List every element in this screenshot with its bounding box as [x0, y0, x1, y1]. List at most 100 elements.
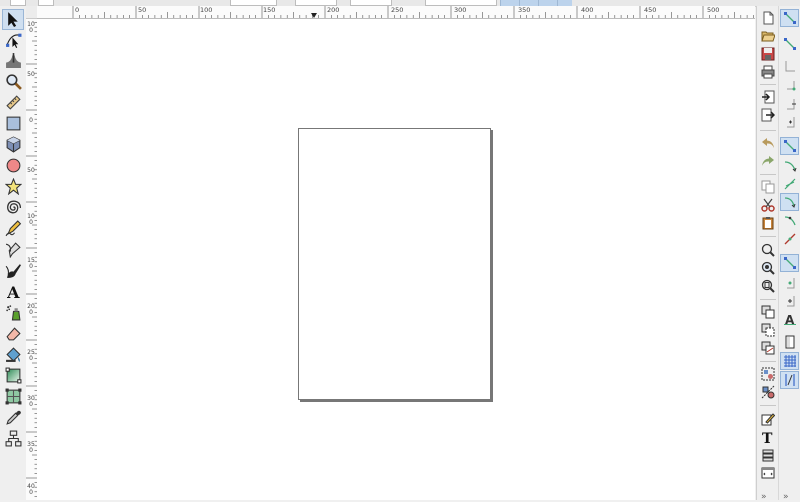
gradient-icon [5, 367, 21, 384]
pen-icon [5, 242, 21, 258]
snap-bbox-midpoint-icon [787, 98, 796, 109]
snap-smooth-toggle[interactable] [781, 212, 799, 229]
undo-button[interactable] [759, 134, 777, 151]
snap-guide-icon [784, 374, 795, 386]
snap-others-toggle[interactable] [780, 254, 799, 272]
drawing-canvas[interactable] [37, 19, 755, 500]
save-button[interactable] [759, 45, 777, 62]
open-button[interactable] [759, 27, 777, 44]
connector-tool[interactable] [3, 429, 23, 448]
layers-icon [762, 449, 774, 461]
new-document-button[interactable] [759, 9, 777, 26]
layers-button[interactable] [759, 446, 777, 463]
snap-bbox-midpoint-toggle[interactable] [781, 95, 799, 112]
ruler-label: 350 [518, 6, 531, 14]
horizontal-ruler[interactable]: 0 50 100 150 200 250 300 350 400 450 500… [37, 6, 755, 19]
export-button[interactable] [759, 106, 777, 123]
snap-bbox-center-toggle[interactable] [781, 113, 799, 130]
text-tool[interactable]: A [3, 282, 23, 301]
snap-grid-icon [783, 355, 796, 367]
svg-text:T: T [762, 431, 773, 444]
snap-midpoint-toggle[interactable] [781, 230, 799, 247]
duplicate-icon [761, 305, 775, 318]
unlink-clone-button[interactable] [759, 339, 777, 356]
mesh-tool[interactable] [3, 387, 23, 406]
spray-tool[interactable] [3, 303, 23, 322]
ungroup-button[interactable] [759, 383, 777, 400]
pointer-marker-icon [311, 13, 317, 18]
more-snap-button[interactable]: » [783, 492, 789, 502]
group-button[interactable] [759, 365, 777, 382]
more-commands-button[interactable]: » [761, 492, 767, 502]
fill-stroke-button[interactable] [759, 410, 777, 427]
zoom-page-button[interactable] [759, 277, 777, 294]
redo-button[interactable] [759, 152, 777, 169]
snap-bbox-icon [784, 37, 796, 50]
zoom-tool[interactable] [3, 72, 23, 91]
snap-rotation-center-toggle[interactable] [781, 292, 799, 309]
ellipse-tool[interactable] [3, 156, 23, 175]
separator [760, 299, 776, 300]
measure-tool[interactable] [3, 93, 23, 112]
duplicate-button[interactable] [759, 303, 777, 320]
cut-button[interactable] [759, 196, 777, 213]
node-tool[interactable] [3, 30, 23, 49]
selector-tool[interactable] [2, 9, 24, 30]
snap-path-toggle[interactable] [781, 157, 799, 174]
paste-icon [762, 216, 774, 229]
snap-guide-toggle[interactable] [780, 371, 799, 389]
snap-cusp-toggle[interactable] [780, 193, 799, 211]
print-icon [761, 65, 775, 78]
text-a-icon: A [6, 283, 20, 300]
calligraphy-tool[interactable] [3, 261, 23, 280]
redo-icon [762, 155, 774, 166]
ruler-label: 250 [27, 349, 35, 362]
fill-stroke-icon [761, 412, 775, 425]
paint-bucket-tool[interactable] [3, 345, 23, 364]
separator [760, 405, 776, 406]
spiral-icon [6, 200, 21, 214]
eraser-tool[interactable] [3, 324, 23, 343]
node-edit-icon [5, 33, 21, 48]
rectangle-tool[interactable] [3, 114, 23, 133]
paste-button[interactable] [759, 214, 777, 231]
ruler-label: 400 [27, 483, 35, 496]
copy-button[interactable] [759, 178, 777, 195]
calligraphy-icon [5, 264, 21, 278]
toolbox: A [0, 6, 27, 500]
pen-tool[interactable] [3, 240, 23, 259]
snap-grid-toggle[interactable] [780, 352, 799, 370]
gradient-tool[interactable] [3, 366, 23, 385]
import-button[interactable] [759, 88, 777, 105]
zoom-drawing-button[interactable] [759, 259, 777, 276]
snap-bbox-toggle[interactable] [781, 35, 799, 52]
new-document-icon [763, 11, 774, 24]
document-page[interactable] [298, 128, 491, 400]
snap-intersection-toggle[interactable] [781, 175, 799, 192]
xml-editor-button[interactable] [759, 464, 777, 481]
snap-bbox-corner-toggle[interactable] [781, 77, 799, 94]
snap-bbox-edge-toggle[interactable] [781, 57, 799, 74]
text-font-button[interactable]: T [759, 428, 777, 445]
pencil-tool[interactable] [3, 219, 23, 238]
tweak-tool[interactable] [3, 51, 23, 70]
snap-page-border-toggle[interactable] [781, 333, 799, 350]
snap-enable-toggle[interactable] [780, 9, 799, 27]
print-button[interactable] [759, 63, 777, 80]
dropper-tool[interactable] [3, 408, 23, 427]
snap-text-baseline-toggle[interactable]: A [781, 310, 799, 327]
mesh-icon [5, 388, 21, 405]
zoom-selection-button[interactable] [759, 241, 777, 258]
ruler-label: 150 [27, 257, 35, 270]
ruler-label: 50 [27, 167, 35, 174]
snap-nodes-toggle[interactable] [780, 137, 799, 155]
magnifier-icon [5, 74, 22, 90]
ruler-label: 200 [327, 6, 340, 14]
connector-icon [5, 430, 21, 447]
spiral-tool[interactable] [3, 198, 23, 217]
ruler-label: 150 [263, 6, 276, 14]
star-tool[interactable] [3, 177, 23, 196]
clone-button[interactable] [759, 321, 777, 338]
3dbox-tool[interactable] [3, 135, 23, 154]
snap-center-toggle[interactable] [781, 274, 799, 291]
